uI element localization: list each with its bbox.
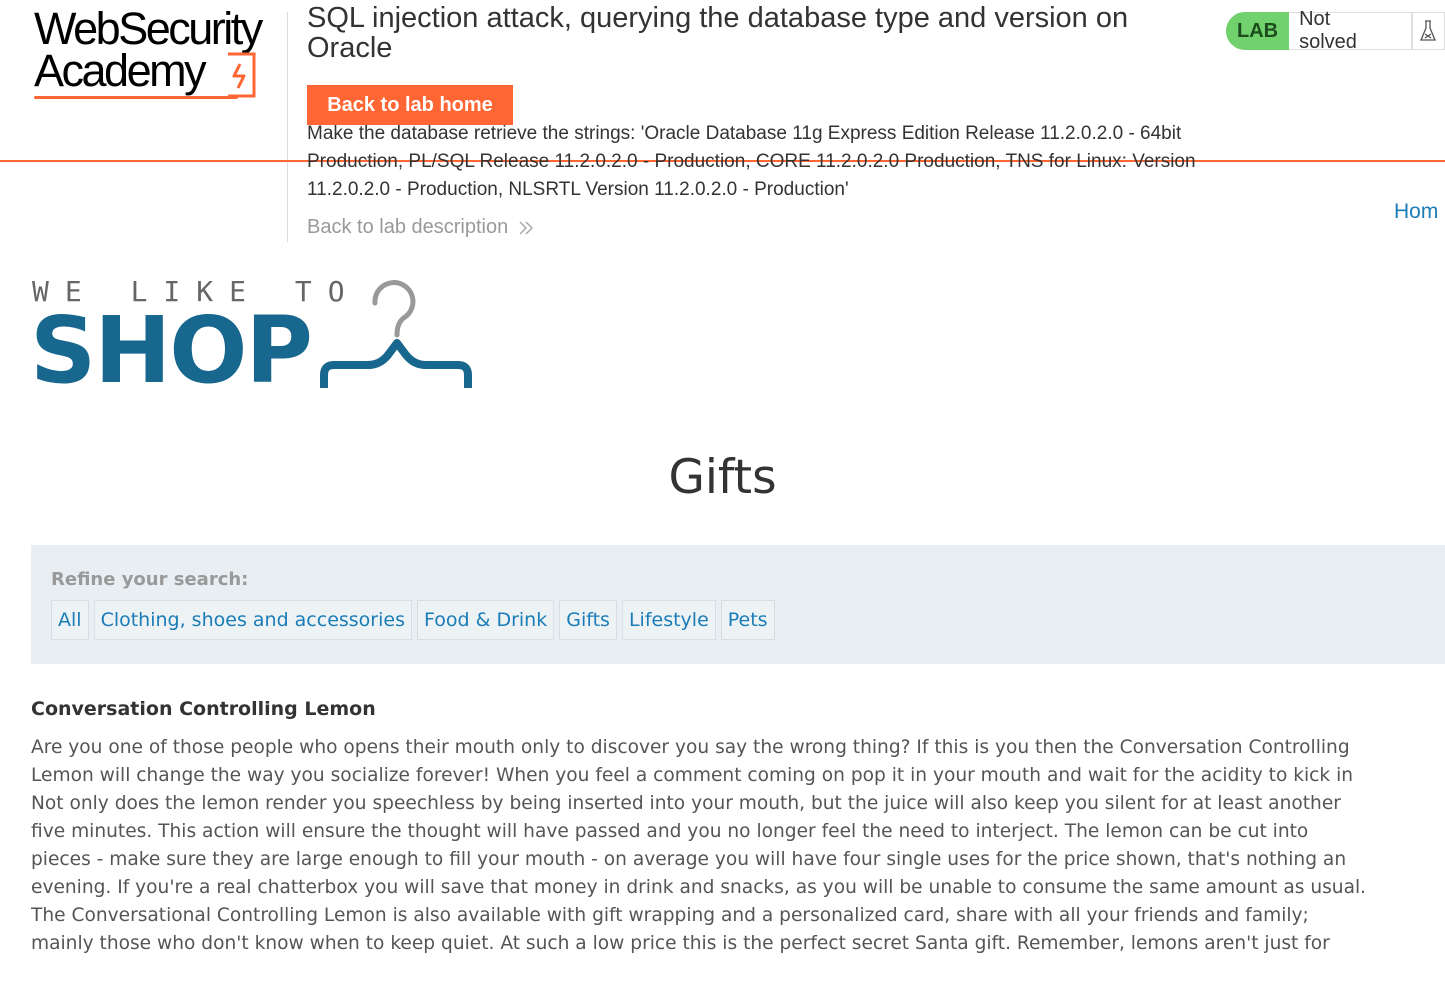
lab-title: SQL injection attack, querying the datab… <box>307 2 1129 64</box>
filter-food-drink[interactable]: Food & Drink <box>417 600 555 640</box>
product-description: Are you one of those people who opens th… <box>31 737 1367 954</box>
filter-clothing[interactable]: Clothing, shoes and accessories <box>93 600 412 640</box>
flask-icon <box>1411 12 1445 50</box>
logo-underline <box>34 96 238 99</box>
lab-status-text: Not solved <box>1289 8 1412 53</box>
filter-panel: Refine your search: All Clothing, shoes … <box>31 545 1445 664</box>
academy-logo-mark-icon <box>228 52 256 98</box>
shop-name: SHOP <box>30 297 313 404</box>
back-to-lab-home-button[interactable]: Back to lab home <box>307 85 513 125</box>
filter-list: All Clothing, shoes and accessories Food… <box>51 600 775 640</box>
web-security-academy-logo[interactable]: WebSecurity Academy <box>34 3 284 100</box>
shop-logo[interactable]: WE LIKE TO SHOP <box>30 275 480 401</box>
refine-search-label: Refine your search: <box>51 569 249 590</box>
lab-badge: LAB <box>1226 12 1290 50</box>
lab-description: Make the database retrieve the strings: … <box>307 123 1196 200</box>
home-link[interactable]: Hom <box>1394 200 1438 224</box>
filter-gifts[interactable]: Gifts <box>559 600 617 640</box>
page-title: Gifts <box>668 450 777 505</box>
academy-header: WebSecurity Academy SQL injection attack… <box>0 0 1445 245</box>
clothes-hanger-icon <box>320 280 472 388</box>
lab-status-widget: LAB Not solved <box>1226 8 1445 53</box>
logo-line-1: WebSecurity <box>34 3 263 54</box>
product-name: Conversation Controlling Lemon <box>31 698 376 720</box>
double-chevron-right-icon <box>519 220 534 235</box>
back-to-lab-description-label: Back to lab description <box>307 216 509 238</box>
filter-lifestyle[interactable]: Lifestyle <box>621 600 716 640</box>
filter-all[interactable]: All <box>51 600 89 640</box>
filter-pets[interactable]: Pets <box>720 600 775 640</box>
back-to-lab-description-link[interactable]: Back to lab description <box>307 216 534 239</box>
header-divider <box>287 12 288 242</box>
